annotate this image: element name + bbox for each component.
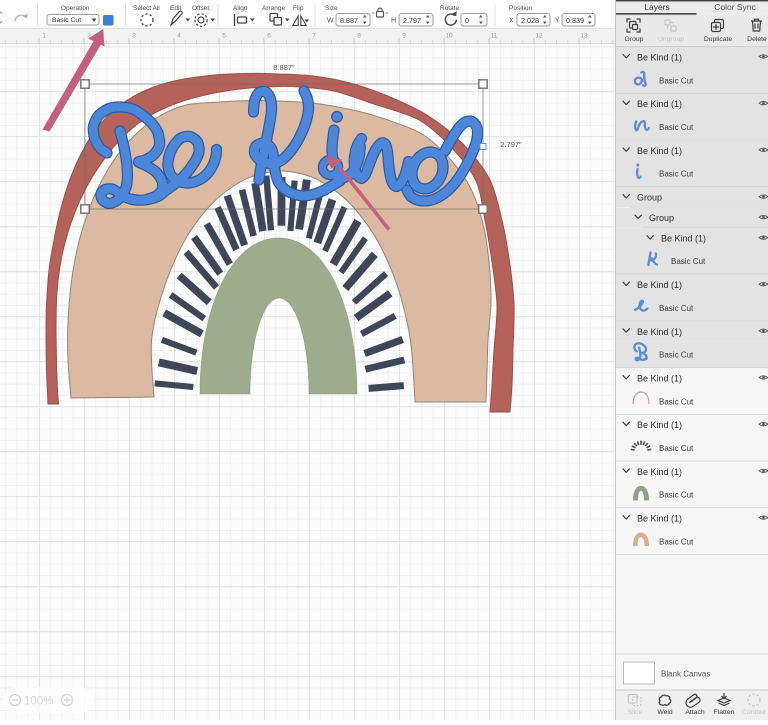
svg-text:Contour: Contour — [742, 709, 767, 716]
svg-text:Group: Group — [649, 213, 674, 223]
svg-text:Be Kind (1): Be Kind (1) — [637, 280, 682, 290]
svg-text:Group: Group — [637, 193, 662, 203]
svg-text:Delete: Delete — [747, 36, 767, 43]
svg-text:Slice: Slice — [628, 709, 643, 716]
svg-text:Attach: Attach — [685, 709, 704, 716]
svg-text:Ungroup: Ungroup — [658, 36, 684, 43]
svg-text:Basic Cut: Basic Cut — [659, 444, 694, 453]
svg-text:Basic Cut: Basic Cut — [659, 397, 694, 406]
svg-text:Color Sync: Color Sync — [714, 2, 756, 12]
svg-text:Be Kind (1): Be Kind (1) — [637, 327, 682, 337]
svg-text:Basic Cut: Basic Cut — [659, 491, 694, 500]
svg-text:Be Kind (1): Be Kind (1) — [661, 234, 706, 244]
svg-text:Be Kind (1): Be Kind (1) — [637, 420, 682, 430]
svg-text:Group: Group — [625, 36, 644, 43]
svg-text:Basic Cut: Basic Cut — [659, 170, 694, 179]
svg-text:Weld: Weld — [657, 709, 673, 716]
svg-text:Be Kind (1): Be Kind (1) — [637, 99, 682, 109]
svg-text:Basic Cut: Basic Cut — [659, 123, 694, 132]
svg-text:Be Kind (1): Be Kind (1) — [637, 146, 682, 156]
svg-text:Be Kind (1): Be Kind (1) — [637, 467, 682, 477]
svg-text:Basic Cut: Basic Cut — [659, 76, 694, 85]
svg-text:Layers: Layers — [644, 2, 670, 12]
svg-text:Blank Canvas: Blank Canvas — [661, 670, 710, 679]
svg-text:Basic Cut: Basic Cut — [671, 257, 706, 266]
svg-text:Be Kind (1): Be Kind (1) — [637, 53, 682, 63]
svg-text:Basic Cut: Basic Cut — [659, 537, 694, 546]
svg-text:Be Kind (1): Be Kind (1) — [637, 374, 682, 384]
svg-text:Duplicate: Duplicate — [704, 36, 733, 43]
svg-text:Basic Cut: Basic Cut — [659, 351, 694, 360]
svg-text:Basic Cut: Basic Cut — [659, 304, 694, 313]
svg-text:Flatten: Flatten — [714, 709, 735, 716]
svg-text:Be Kind (1): Be Kind (1) — [637, 514, 682, 524]
